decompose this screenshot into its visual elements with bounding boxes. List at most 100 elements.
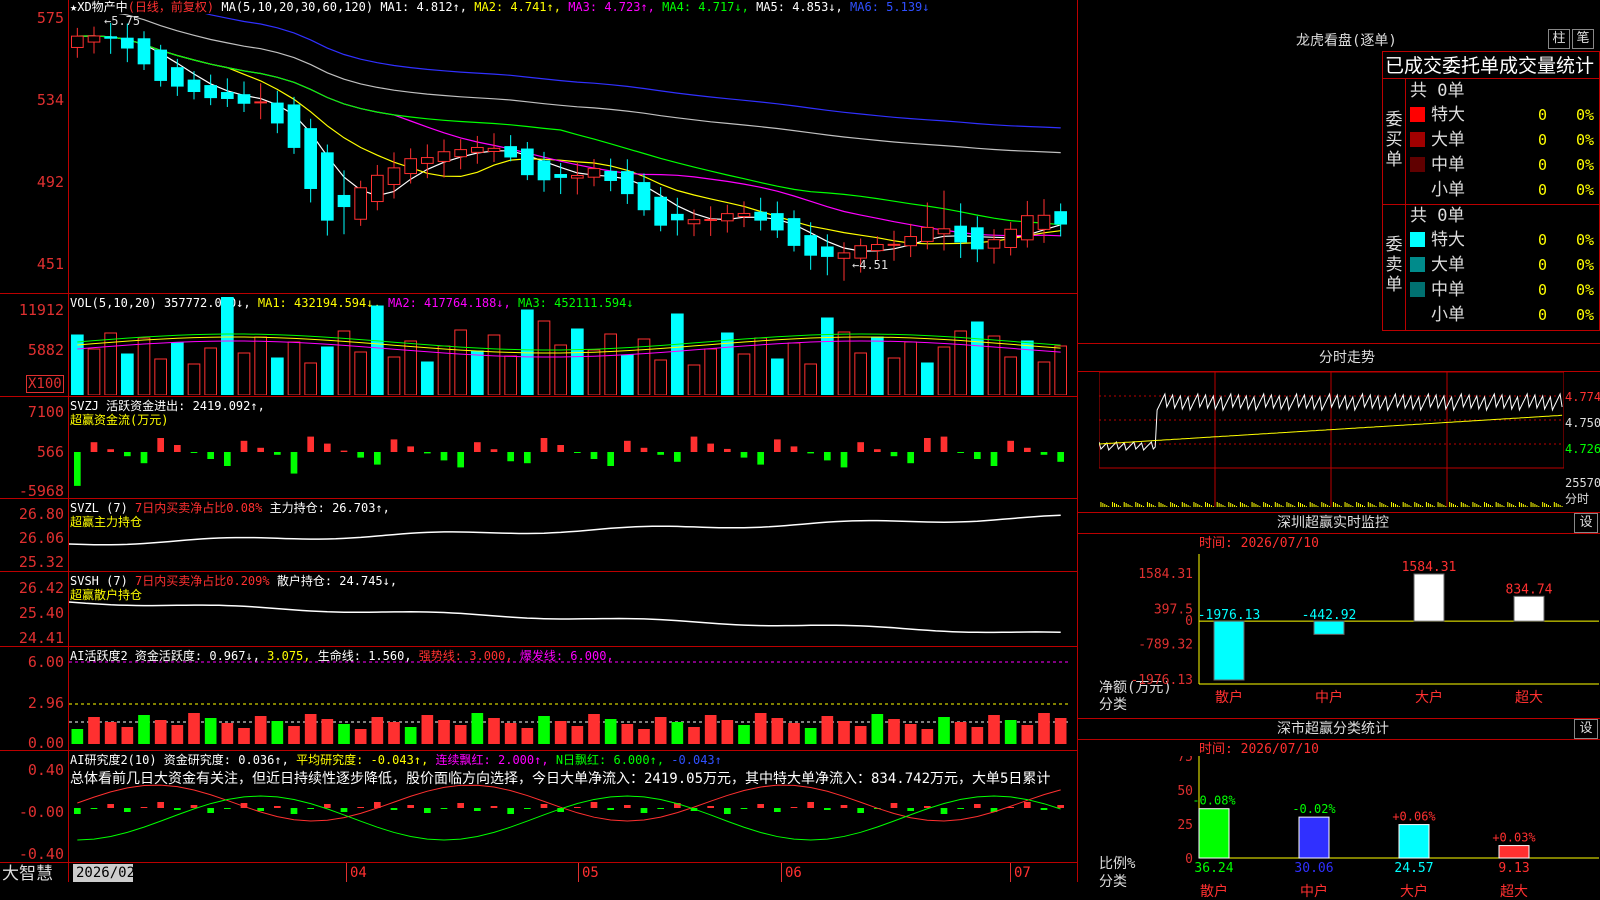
research-bar xyxy=(407,805,414,808)
activity-bar xyxy=(638,729,650,744)
research-bar xyxy=(324,804,331,808)
szcls-value-label: 36.24 xyxy=(1194,861,1233,876)
fund-flow-bar xyxy=(307,436,314,452)
buy-side-label: 委买单 xyxy=(1385,110,1403,170)
szcls-ytick: 25 xyxy=(1177,818,1193,833)
research-bar xyxy=(207,808,214,813)
volume-bar xyxy=(904,341,917,395)
candle-body xyxy=(837,252,851,259)
activity-bar xyxy=(488,718,500,744)
price-tick-492: 492 xyxy=(36,173,64,191)
szcls-settings-button[interactable]: 设 xyxy=(1574,719,1598,739)
candle-body xyxy=(1004,228,1017,248)
svzj-tick-low: -5968 xyxy=(18,482,64,500)
fund-flow-bar xyxy=(474,442,481,452)
volume-bar xyxy=(871,336,884,395)
volume-chart xyxy=(71,297,1067,395)
ma5-value: MA5: 4.853↓, xyxy=(756,0,843,14)
szcls-bar xyxy=(1298,816,1330,859)
candle-body xyxy=(371,174,384,203)
activity-bar xyxy=(771,718,784,744)
research-bar xyxy=(957,808,964,809)
volume-bar xyxy=(704,348,717,395)
candle-body xyxy=(554,174,568,178)
activity-bar xyxy=(1004,720,1017,744)
activity-bar xyxy=(221,723,234,744)
activity-bar xyxy=(204,718,217,744)
research-bar xyxy=(540,804,548,808)
activity-bar xyxy=(621,724,634,744)
kline-chart[interactable] xyxy=(69,14,1077,292)
aihy-tick-mid: 2.96 xyxy=(27,694,64,712)
sell-row: 小单 xyxy=(1410,305,1465,325)
fund-flow-bar xyxy=(1007,440,1014,452)
candle-body xyxy=(1021,215,1034,241)
aiyj-tick-mid: -0.00 xyxy=(18,803,64,821)
buy-row-count: 0 xyxy=(1538,156,1548,174)
fund-flow-bar xyxy=(390,439,398,452)
candle-body xyxy=(204,85,217,99)
candle-body xyxy=(254,101,267,104)
volume-bar xyxy=(771,358,784,395)
research-bar xyxy=(74,808,81,814)
vol-unit-badge[interactable]: X100 xyxy=(26,375,64,393)
vol-tick-mid: 5882 xyxy=(27,341,64,359)
candle-body xyxy=(937,228,951,235)
candle-body xyxy=(354,187,368,220)
ma4-value: MA4: 4.717↓, xyxy=(662,0,749,14)
fund-flow-bar xyxy=(457,452,464,468)
ma3-line xyxy=(77,35,1061,237)
activity-bar xyxy=(554,721,567,744)
fund-flow-bar xyxy=(640,447,648,452)
szrt-ytick: 1584.31 xyxy=(1138,567,1193,582)
fund-flow-bar xyxy=(157,438,164,452)
activity-bar xyxy=(471,713,484,744)
candle-body xyxy=(821,246,834,257)
activity-bar xyxy=(521,728,534,744)
volume-bar xyxy=(471,350,484,395)
activity-bar xyxy=(154,720,167,744)
volume-bar xyxy=(804,363,817,395)
fund-flow-bar xyxy=(207,452,214,459)
fund-flow-bar xyxy=(290,452,298,474)
color-swatch xyxy=(1410,182,1425,197)
research-bar xyxy=(490,806,498,808)
fund-flow-bar xyxy=(407,446,414,452)
volume-bar xyxy=(671,313,684,395)
buy-row-percent: 0% xyxy=(1576,131,1595,149)
research-bar xyxy=(307,808,314,809)
minute-chart[interactable] xyxy=(1099,372,1564,510)
fund-flow-bar xyxy=(107,449,114,452)
activity-bar xyxy=(188,713,200,744)
volume-bar xyxy=(487,334,501,395)
fund-flow-bar xyxy=(874,449,881,452)
activity-bar xyxy=(588,714,600,744)
research-bar xyxy=(457,803,464,808)
volume-bar xyxy=(687,364,701,395)
svzj-tick-mid: 566 xyxy=(36,443,64,461)
fund-flow-bar xyxy=(190,452,198,453)
tick-mode-button[interactable]: 笔 xyxy=(1572,29,1594,49)
high-price-label: ←5.75 xyxy=(104,14,141,28)
buy-row-name: 特大 xyxy=(1431,105,1465,125)
volume-bar xyxy=(1037,361,1051,395)
activity-bar xyxy=(438,720,450,744)
sell-row-count: 0 xyxy=(1538,306,1548,324)
volume-bar xyxy=(404,340,418,395)
candle-body xyxy=(871,243,884,252)
szrt-ytick: -1976.13 xyxy=(1130,673,1193,688)
volume-bar xyxy=(121,353,134,395)
bar-mode-button[interactable]: 柱 xyxy=(1548,29,1570,49)
activity-bar xyxy=(654,717,667,744)
fund-flow-bar xyxy=(140,452,148,464)
ma3-value: MA3: 4.723↑, xyxy=(568,0,655,14)
fund-flow-bar xyxy=(674,452,681,462)
svzl-line xyxy=(69,514,1061,546)
research-bar xyxy=(857,808,864,813)
candle-body xyxy=(721,213,734,222)
volume-bar xyxy=(504,355,518,395)
candle-body xyxy=(504,146,518,158)
szrt-settings-button[interactable]: 设 xyxy=(1574,513,1598,533)
szrt-ytick: 0 xyxy=(1185,614,1193,629)
research-bar xyxy=(257,808,264,811)
